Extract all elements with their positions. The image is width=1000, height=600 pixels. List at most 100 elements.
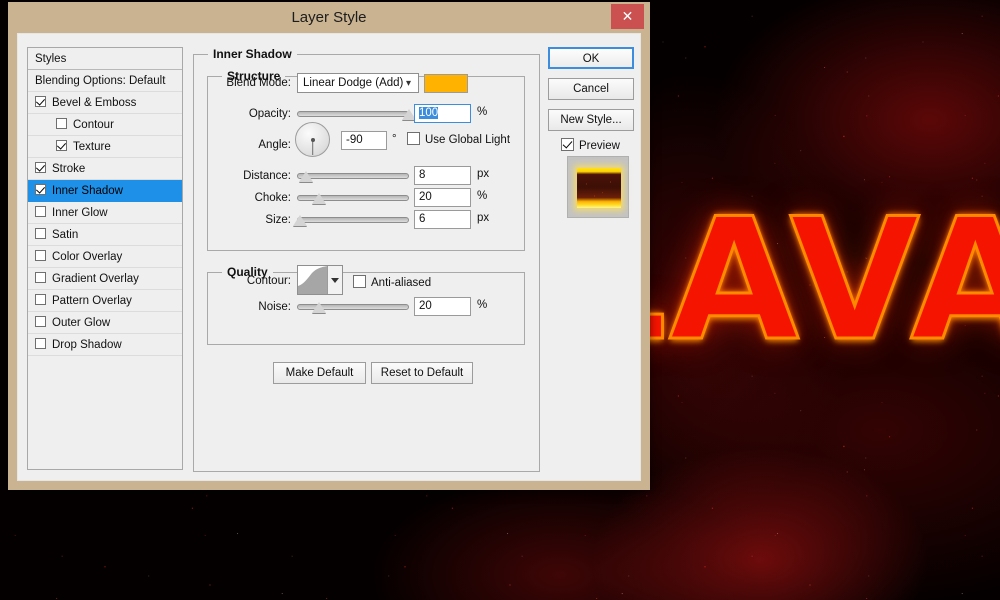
choke-slider-thumb[interactable]: [312, 193, 327, 204]
choke-label: Choke:: [254, 192, 291, 204]
checkbox-icon[interactable]: [35, 96, 46, 107]
anti-aliased-label: Anti-aliased: [371, 277, 432, 289]
size-slider-thumb[interactable]: [293, 215, 308, 226]
make-default-button[interactable]: Make Default: [273, 362, 366, 384]
styles-list-item-stroke[interactable]: Stroke: [28, 158, 182, 180]
style-preview-thumbnail: [567, 156, 629, 218]
angle-dial-hub: [310, 137, 315, 142]
close-icon[interactable]: ✕: [611, 4, 644, 29]
styles-list-item-contour[interactable]: Contour: [28, 114, 182, 136]
contour-label: Contour:: [246, 275, 291, 287]
choke-slider[interactable]: [297, 190, 409, 206]
styles-list-item-label: Pattern Overlay: [52, 295, 132, 307]
use-global-light-box: [407, 132, 420, 145]
styles-list-item-label: Inner Glow: [52, 207, 108, 219]
styles-list-header: Styles: [28, 48, 182, 70]
checkbox-icon[interactable]: [56, 118, 67, 129]
choke-input[interactable]: 20: [414, 188, 471, 207]
styles-list-item-satin[interactable]: Satin: [28, 224, 182, 246]
inner-shadow-settings: Inner Shadow Structure Blend Mode: Linea…: [193, 47, 540, 472]
opacity-slider-track: [297, 111, 409, 117]
styles-list-item-blending-options-default[interactable]: Blending Options: Default: [28, 70, 182, 92]
opacity-label: Opacity:: [248, 108, 291, 120]
blend-mode-label: Blend Mode:: [226, 77, 291, 89]
dialog-actions: OK Cancel New Style... Preview: [548, 47, 634, 470]
angle-input[interactable]: -90: [341, 131, 387, 150]
size-unit: px: [477, 212, 490, 224]
styles-list-item-pattern-overlay[interactable]: Pattern Overlay: [28, 290, 182, 312]
styles-list-item-label: Satin: [52, 229, 79, 241]
checkbox-icon[interactable]: [56, 140, 67, 151]
size-slider-track: [297, 217, 409, 223]
styles-list-item-label: Gradient Overlay: [52, 273, 139, 285]
dialog-titlebar[interactable]: Layer Style ✕: [8, 2, 650, 33]
checkbox-icon[interactable]: [35, 316, 46, 327]
noise-unit: %: [477, 299, 488, 311]
checkbox-icon[interactable]: [35, 162, 46, 173]
reset-to-default-button[interactable]: Reset to Default: [371, 362, 473, 384]
styles-list-item-label: Blending Options: Default: [35, 75, 166, 87]
contour-curve-icon: [298, 266, 328, 294]
distance-slider[interactable]: [297, 168, 409, 184]
styles-list-item-label: Texture: [73, 141, 111, 153]
opacity-unit: %: [477, 106, 488, 118]
choke-unit: %: [477, 190, 488, 202]
styles-list-rows[interactable]: Blending Options: Default Bevel & Emboss C…: [28, 70, 182, 356]
chevron-down-icon: ▾: [405, 78, 411, 89]
opacity-input[interactable]: 100: [414, 104, 471, 123]
styles-list-item-gradient-overlay[interactable]: Gradient Overlay: [28, 268, 182, 290]
noise-label: Noise:: [258, 301, 291, 313]
checkbox-icon[interactable]: [35, 228, 46, 239]
angle-dial[interactable]: [295, 122, 330, 157]
noise-input[interactable]: 20: [414, 297, 471, 316]
blend-mode-value: Linear Dodge (Add): [303, 77, 404, 89]
noise-value: 20: [419, 300, 432, 312]
distance-input[interactable]: 8: [414, 166, 471, 185]
shadow-color-swatch[interactable]: [424, 74, 468, 93]
cancel-button[interactable]: Cancel: [548, 78, 634, 100]
styles-list-item-label: Inner Shadow: [52, 185, 123, 197]
new-style-button[interactable]: New Style...: [548, 109, 634, 131]
anti-aliased-box: [353, 275, 366, 288]
angle-value: -90: [346, 134, 363, 146]
checkbox-icon[interactable]: [35, 338, 46, 349]
distance-slider-thumb[interactable]: [298, 171, 313, 182]
inner-shadow-group-title: Inner Shadow: [213, 47, 292, 61]
styles-list-item-bevel-emboss[interactable]: Bevel & Emboss: [28, 92, 182, 114]
checkbox-icon[interactable]: [35, 206, 46, 217]
opacity-slider[interactable]: [297, 106, 416, 122]
styles-list-item-label: Contour: [73, 119, 114, 131]
preview-checkbox[interactable]: Preview: [561, 138, 620, 152]
noise-slider-thumb[interactable]: [312, 302, 327, 313]
styles-list-item-texture[interactable]: Texture: [28, 136, 182, 158]
checkbox-icon[interactable]: [35, 184, 46, 195]
styles-list-item-outer-glow[interactable]: Outer Glow: [28, 312, 182, 334]
styles-list-item-color-overlay[interactable]: Color Overlay: [28, 246, 182, 268]
use-global-light-checkbox[interactable]: Use Global Light: [407, 132, 510, 146]
distance-label: Distance:: [243, 170, 291, 182]
angle-label: Angle:: [258, 139, 291, 151]
dialog-body: Styles Blending Options: Default Bevel & …: [17, 33, 641, 481]
styles-list-item-label: Drop Shadow: [52, 339, 122, 351]
noise-slider[interactable]: [297, 299, 409, 315]
styles-list-panel[interactable]: Styles Blending Options: Default Bevel & …: [27, 47, 183, 470]
styles-list-item-inner-glow[interactable]: Inner Glow: [28, 202, 182, 224]
checkbox-icon[interactable]: [35, 294, 46, 305]
size-input[interactable]: 6: [414, 210, 471, 229]
contour-dropdown-button[interactable]: [327, 266, 342, 294]
angle-unit: °: [392, 133, 397, 145]
styles-list-item-inner-shadow[interactable]: Inner Shadow: [28, 180, 182, 202]
distance-unit: px: [477, 168, 490, 180]
contour-picker[interactable]: [297, 265, 343, 295]
checkbox-icon[interactable]: [35, 250, 46, 261]
distance-slider-track: [297, 173, 409, 179]
layer-style-dialog: Layer Style ✕ Styles Blending Options: D…: [8, 2, 650, 490]
blend-mode-select[interactable]: Linear Dodge (Add) ▾: [297, 73, 419, 93]
style-preview-image: [577, 168, 621, 208]
ok-button[interactable]: OK: [548, 47, 634, 69]
chevron-down-icon: [331, 278, 340, 283]
size-slider[interactable]: [293, 212, 409, 228]
checkbox-icon[interactable]: [35, 272, 46, 283]
styles-list-item-drop-shadow[interactable]: Drop Shadow: [28, 334, 182, 356]
anti-aliased-checkbox[interactable]: Anti-aliased: [353, 275, 431, 289]
